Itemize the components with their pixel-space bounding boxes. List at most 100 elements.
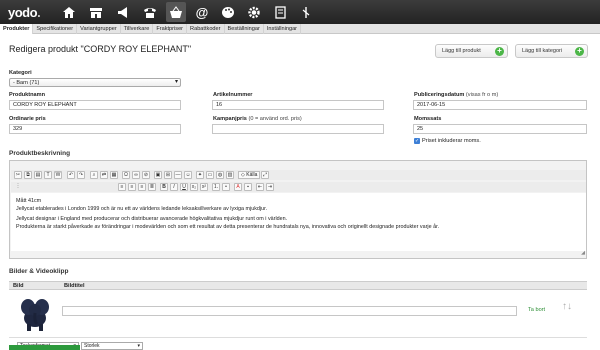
editor-toolbar-row-2: ⋮ ≡ ≡ ≡ ≣ B I U x₂ x² ⒈ • A ▪ ⇤ ⇥ xyxy=(11,182,586,192)
published-label: Publiceringsdatum (visas fr o m) xyxy=(414,92,499,98)
editor-content[interactable]: Mått 41cm Jellycat etablerades i London … xyxy=(11,193,586,251)
tools-icon[interactable] xyxy=(296,2,316,22)
description-line: Jellycat etablerades i London 1999 och ä… xyxy=(16,206,268,212)
top-navigation-bar: yodo. @ xyxy=(0,0,600,24)
image-title-input[interactable] xyxy=(62,306,517,316)
phone-icon[interactable] xyxy=(140,2,160,22)
price-label: Ordinarie pris xyxy=(9,116,46,122)
flash-icon[interactable]: ✦ xyxy=(196,171,204,179)
sort-arrows-icon[interactable]: ↑↓ xyxy=(562,301,572,312)
table-icon[interactable]: ⊞ xyxy=(164,171,172,179)
link-icon[interactable]: ∞ xyxy=(132,171,140,179)
smiley-icon[interactable]: ☺ xyxy=(184,171,192,179)
add-product-button[interactable]: Lägg till produkt + xyxy=(435,44,508,58)
globe-icon[interactable]: ◍ xyxy=(216,171,224,179)
replace-icon[interactable]: ⇄ xyxy=(100,171,108,179)
gear-icon[interactable] xyxy=(244,2,264,22)
add-product-label: Lägg till produkt xyxy=(442,48,481,54)
tab-fraktpriser[interactable]: Fraktpriser xyxy=(153,24,188,34)
tab-rabattkoder[interactable]: Rabattkoder xyxy=(187,24,225,34)
category-select[interactable]: - Barn (71) ▾ xyxy=(9,78,181,87)
align-center-icon[interactable]: ≡ xyxy=(128,183,136,191)
tab-bar: Produkter Specifikationer Variantgrupper… xyxy=(0,24,600,34)
paste-text-icon[interactable]: T xyxy=(44,171,52,179)
superscript-icon[interactable]: x² xyxy=(200,183,208,191)
product-name-field[interactable]: CORDY ROY ELEPHANT xyxy=(9,100,181,110)
image-icon[interactable]: ▣ xyxy=(154,171,162,179)
vat-included-checkbox[interactable]: ✓ xyxy=(414,138,420,144)
col-title-header: Bildtitel xyxy=(64,283,85,289)
vat-included-label: Priset inkluderar moms. xyxy=(422,138,481,144)
subscript-icon[interactable]: x₂ xyxy=(190,183,198,191)
megaphone-icon[interactable] xyxy=(113,2,133,22)
media-row: Ta bort ↑↓ xyxy=(9,290,587,338)
select-all-icon[interactable]: ▦ xyxy=(110,171,118,179)
category-value: - Barn (71) xyxy=(13,80,40,86)
italic-icon[interactable]: I xyxy=(170,183,178,191)
outdent-icon[interactable]: ⇤ xyxy=(256,183,264,191)
text-color-icon[interactable]: A xyxy=(234,183,242,191)
indent-icon[interactable]: ⇥ xyxy=(266,183,274,191)
tab-specifikationer[interactable]: Specifikationer xyxy=(33,24,78,34)
vat-label: Momssats xyxy=(414,116,442,122)
redo-icon[interactable]: ↷ xyxy=(77,171,85,179)
progress-bar xyxy=(9,345,80,350)
iframe-icon[interactable]: ▭ xyxy=(206,171,214,179)
copy-icon[interactable]: ⧉ xyxy=(24,171,32,179)
undo-icon[interactable]: ↶ xyxy=(67,171,75,179)
plus-icon: + xyxy=(495,47,504,56)
tab-variantgrupper[interactable]: Variantgrupper xyxy=(77,24,121,34)
logo[interactable]: yodo. xyxy=(8,5,41,20)
campaign-price-field[interactable] xyxy=(212,124,384,134)
published-date-field[interactable]: 2017-06-15 xyxy=(413,100,587,110)
palette-icon[interactable] xyxy=(218,2,238,22)
description-line: Mått 41cm xyxy=(16,198,42,204)
resize-handle-icon[interactable]: ◢ xyxy=(581,250,585,256)
paste-icon[interactable]: ▤ xyxy=(34,171,42,179)
block-icon[interactable]: ▥ xyxy=(226,171,234,179)
description-section-title: Produktbeskrivning xyxy=(9,150,71,157)
tab-installningar[interactable]: Inställningar xyxy=(264,24,302,34)
at-icon[interactable]: @ xyxy=(192,2,212,22)
vat-field[interactable]: 25 xyxy=(413,124,587,134)
numbered-list-icon[interactable]: ⒈ xyxy=(212,183,220,191)
chevron-down-icon: ▾ xyxy=(174,79,178,85)
media-section-title: Bilder & Videoklipp xyxy=(9,268,69,275)
bullet-list-icon[interactable]: • xyxy=(222,183,230,191)
remove-image-link[interactable]: Ta bort xyxy=(528,307,545,313)
add-category-label: Lägg till kategori xyxy=(522,48,563,54)
underline-icon[interactable]: U xyxy=(180,183,188,191)
tab-bestallningar[interactable]: Beställningar xyxy=(225,24,264,34)
justify-icon[interactable]: ≣ xyxy=(148,183,156,191)
hr-icon[interactable]: — xyxy=(174,171,182,179)
source-button[interactable]: ◇ Källa xyxy=(238,171,261,179)
shop-icon[interactable] xyxy=(86,2,106,22)
unlink-icon[interactable]: ⊘ xyxy=(142,171,150,179)
align-right-icon[interactable]: ≡ xyxy=(138,183,146,191)
page-title: Redigera produkt "CORDY ROY ELEPHANT" xyxy=(9,44,192,54)
category-label: Kategori xyxy=(9,70,32,76)
media-table-header: Bild Bildtitel xyxy=(9,281,587,290)
tab-produkter[interactable]: Produkter xyxy=(0,24,34,34)
basket-icon[interactable] xyxy=(166,2,186,22)
align-left-icon[interactable]: ≡ xyxy=(118,183,126,191)
product-thumbnail[interactable] xyxy=(15,294,55,334)
article-number-field[interactable]: 16 xyxy=(212,100,384,110)
home-icon[interactable] xyxy=(59,2,79,22)
price-field[interactable]: 329 xyxy=(9,124,181,134)
document-icon[interactable] xyxy=(270,2,290,22)
description-line: Jellycat designar i England med producer… xyxy=(16,216,288,222)
rich-text-editor: ✂ ⧉ ▤ T W ↶ ↷ ⌕ ⇄ ▦ Ω ∞ ⊘ ▣ ⊞ — ☺ ✦ ▭ ◍ … xyxy=(9,160,587,350)
bg-color-icon[interactable]: ▪ xyxy=(244,183,252,191)
paste-word-icon[interactable]: W xyxy=(54,171,62,179)
tab-tillverkare[interactable]: Tillverkare xyxy=(121,24,154,34)
special-char-icon[interactable]: Ω xyxy=(122,171,130,179)
name-label: Produktnamn xyxy=(9,92,46,98)
find-icon[interactable]: ⌕ xyxy=(90,171,98,179)
bold-icon[interactable]: B xyxy=(160,183,168,191)
cut-icon[interactable]: ✂ xyxy=(14,171,22,179)
size-select[interactable]: Storlek ▾ xyxy=(81,342,143,350)
maximize-icon[interactable]: ⤢ xyxy=(261,171,269,179)
add-category-button[interactable]: Lägg till kategori + xyxy=(515,44,588,58)
chevron-down-icon: ▾ xyxy=(137,343,140,349)
